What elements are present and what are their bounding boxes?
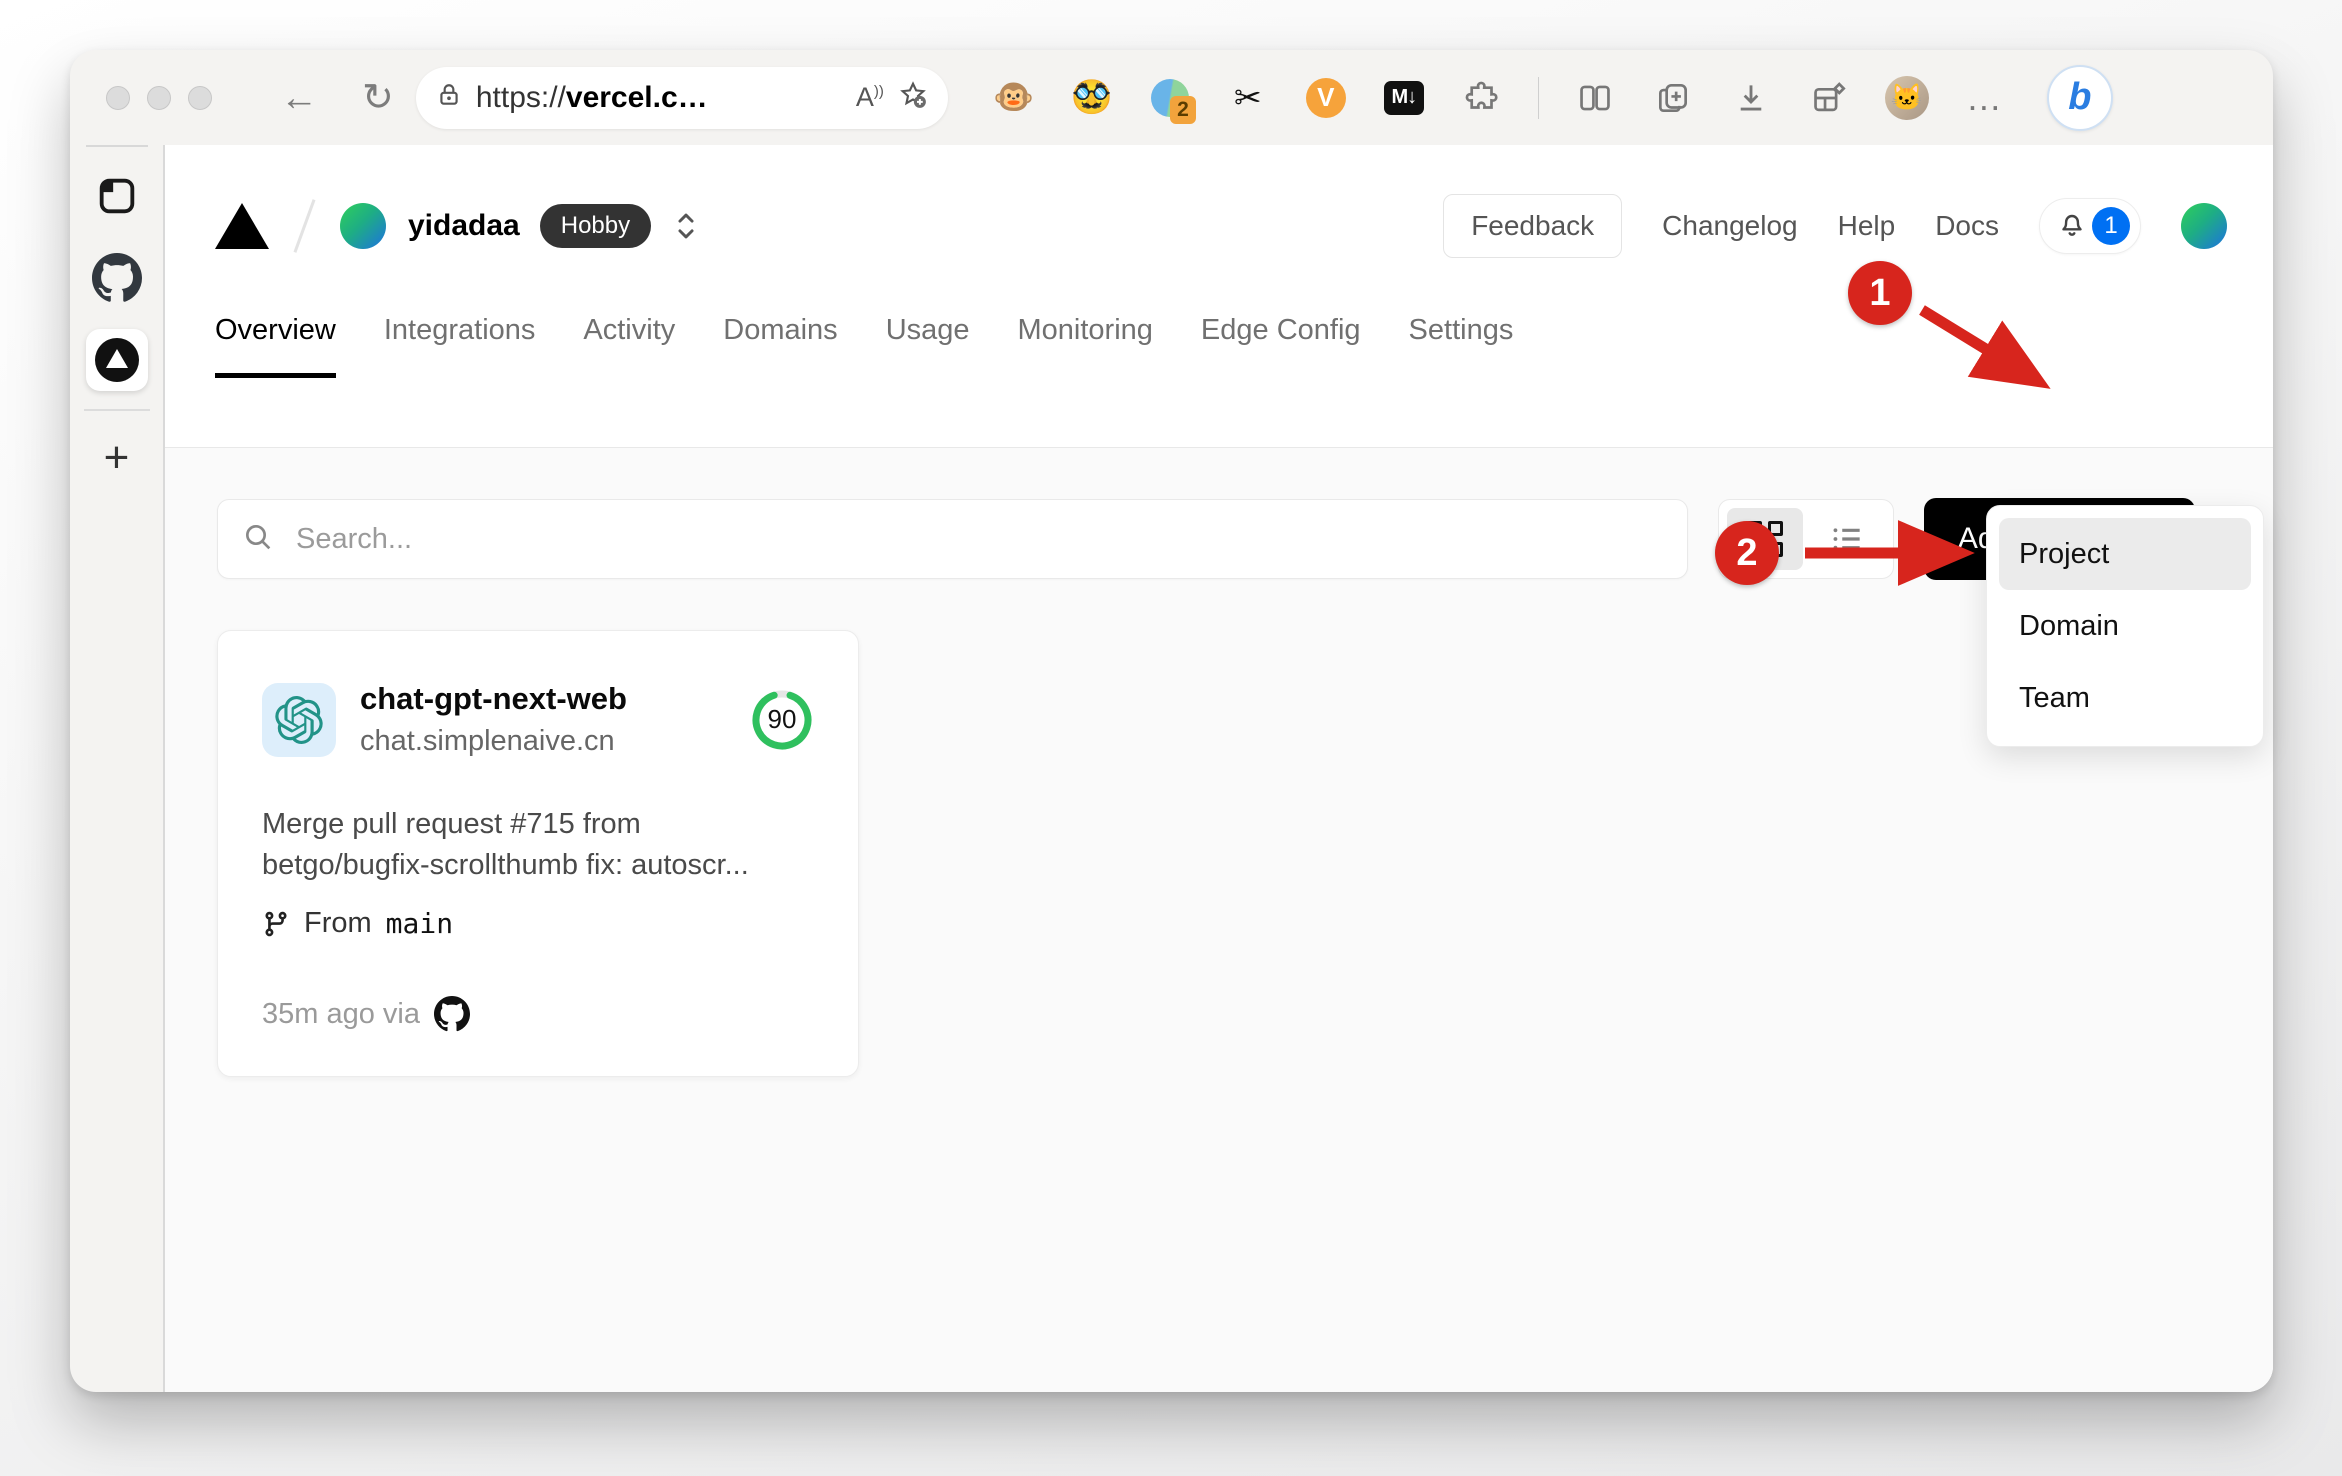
dashboard-body: Add New... chat-gpt-next-web chat.simple… [165,447,2273,1392]
branch-prefix-label: From [304,907,372,940]
project-search[interactable] [217,499,1688,579]
scissors-extension-icon[interactable]: ✂ [1226,76,1270,120]
team-avatar[interactable] [340,203,386,249]
circle-extension-icon[interactable]: 2 [1148,76,1196,124]
annotation-step-2-badge: 2 [1715,521,1779,585]
traffic-lights [106,85,212,110]
markdown-extension-icon[interactable]: M↓ [1382,76,1426,120]
notification-count-badge: 1 [2092,207,2130,245]
face-extension-icon[interactable]: 🥸 [1070,76,1114,120]
extension-badge: 2 [1170,96,1196,124]
tab-settings[interactable]: Settings [1409,314,1514,378]
annotation-arrow-2 [1805,520,1975,586]
browser-sidebar: + [70,145,163,1392]
browser-window: ← ↻ https://vercel.c… A)) 🐵 🥸 2 ✂ V M↓ 🐱… [70,50,2273,1392]
team-switcher-icon[interactable] [671,209,701,243]
bing-chat-icon[interactable]: b [2046,64,2113,131]
refresh-icon[interactable]: ↻ [362,79,394,117]
dashboard-header: yidadaa Hobby Feedback Changelog Help Do… [165,145,2273,281]
score-value: 90 [767,704,797,734]
duplicate-tab-icon[interactable] [1651,76,1695,120]
project-icon-tile [262,682,336,757]
back-icon[interactable]: ← [280,79,318,117]
address-bar[interactable]: https://vercel.c… A)) [415,66,948,129]
url-text: https://vercel.c… [475,80,708,114]
changelog-link[interactable]: Changelog [1662,210,1797,242]
search-icon [242,521,274,558]
help-link[interactable]: Help [1838,210,1896,242]
favorite-star-icon[interactable] [898,80,928,115]
git-branch-icon [265,911,287,936]
tab-activity[interactable]: Activity [583,314,675,378]
markdown-extension-glyph: M↓ [1383,80,1424,115]
extension-row: 🐵 🥸 2 ✂ V M↓ 🐱 … b [992,64,2233,131]
plan-badge: Hobby [539,204,652,248]
split-screen-icon[interactable] [1573,76,1617,120]
browser-toolbar: ← ↻ https://vercel.c… A)) 🐵 🥸 2 ✂ V M↓ 🐱… [70,50,2273,145]
new-tab-button[interactable]: + [70,433,163,483]
close-window-button[interactable] [106,85,130,110]
github-icon [434,996,470,1032]
lighthouse-score-ring: 90 [750,688,814,752]
sidebar-separator [85,145,148,147]
tab-integrations[interactable]: Integrations [384,314,536,378]
tab-usage[interactable]: Usage [886,314,970,378]
search-input[interactable] [294,521,1663,557]
minimize-window-button[interactable] [147,85,171,110]
project-card[interactable]: chat-gpt-next-web chat.simplenaive.cn 90… [217,630,859,1078]
reader-mode-icon[interactable]: A)) [856,82,884,113]
project-name[interactable]: chat-gpt-next-web [360,681,627,717]
latest-commit-message: Merge pull request #715 from betgo/bugfi… [262,808,749,881]
branch-row: From main [262,907,814,940]
extensions-puzzle-icon[interactable] [1460,76,1504,120]
notifications-button[interactable]: 1 [2039,198,2141,254]
tab-monitoring[interactable]: Monitoring [1018,314,1153,378]
tab-panel-icon[interactable] [70,173,163,219]
add-new-dropdown: Project Domain Team [1986,505,2264,747]
sidebar-tab-vercel-active[interactable] [70,329,163,391]
v-extension-icon[interactable]: V [1304,76,1348,120]
vercel-tab-icon [94,338,139,382]
browser-account-avatar[interactable]: 🐱 [1884,75,1929,120]
breadcrumb-slash [293,199,316,253]
deploy-meta: 35m ago via [262,997,420,1030]
sidebar-divider [83,409,150,411]
collections-icon[interactable] [1807,76,1851,120]
toolbar-divider [1537,76,1539,119]
feedback-button[interactable]: Feedback [1443,194,1623,258]
branch-name[interactable]: main [386,907,453,940]
tab-edge-config[interactable]: Edge Config [1201,314,1361,378]
tab-domains[interactable]: Domains [723,314,837,378]
bell-icon [2056,208,2088,245]
v-extension-glyph: V [1305,77,1346,118]
screen: ← ↻ https://vercel.c… A)) 🐵 🥸 2 ✂ V M↓ 🐱… [0,0,2342,1476]
more-options-icon[interactable]: … [1963,76,2007,120]
project-domain[interactable]: chat.simplenaive.cn [360,725,627,758]
tab-overview[interactable]: Overview [215,314,336,378]
zoom-window-button[interactable] [188,85,212,110]
dropdown-item-team[interactable]: Team [1999,662,2251,734]
lock-icon [436,82,462,113]
tampermonkey-extension-icon[interactable]: 🐵 [992,76,1036,120]
annotation-arrow-1 [1919,305,2051,389]
downloads-icon[interactable] [1729,76,1773,120]
vercel-logo-icon[interactable] [215,203,269,249]
avatar-photo: 🐱 [1884,75,1929,120]
sidebar-tab-github[interactable] [70,253,163,303]
dropdown-item-domain[interactable]: Domain [1999,590,2251,662]
dropdown-item-project[interactable]: Project [1999,518,2251,590]
user-avatar[interactable] [2181,203,2227,249]
openai-icon [275,695,323,744]
docs-link[interactable]: Docs [1935,210,1999,242]
team-name[interactable]: yidadaa [408,209,520,243]
